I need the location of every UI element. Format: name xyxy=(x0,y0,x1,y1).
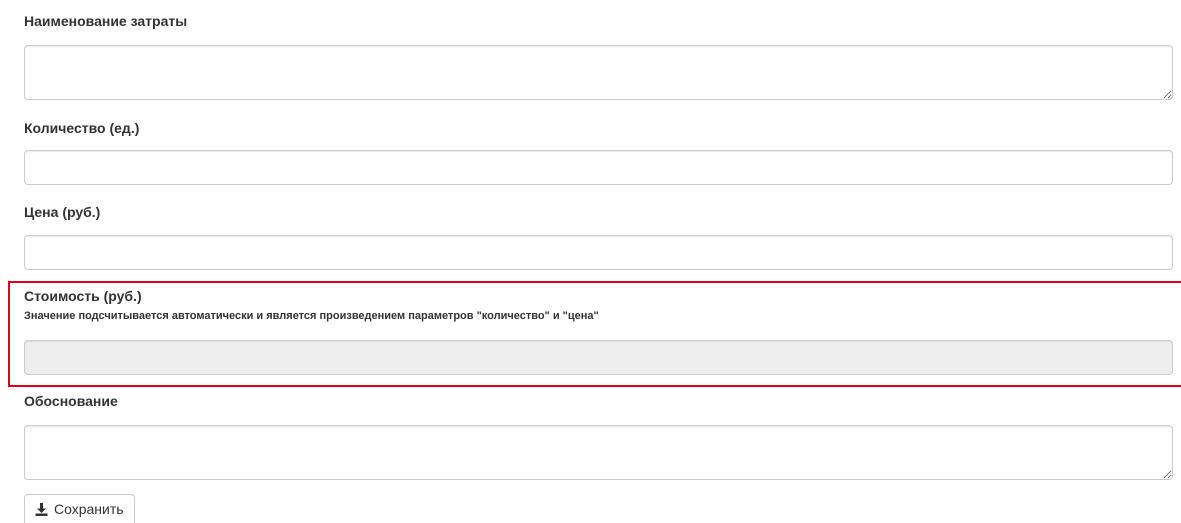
cost-item-form: Наименование затраты Количество (ед.) Це… xyxy=(0,0,1181,523)
save-button[interactable]: Сохранить xyxy=(24,494,135,523)
price-input[interactable] xyxy=(24,235,1173,270)
name-textarea[interactable] xyxy=(24,45,1173,100)
cost-label: Стоимость (руб.) xyxy=(24,288,142,304)
justification-label: Обоснование xyxy=(24,393,118,409)
save-button-label: Сохранить xyxy=(54,501,124,517)
justification-textarea[interactable] xyxy=(24,425,1173,480)
cost-hint: Значение подсчитывается автоматически и … xyxy=(24,310,599,322)
price-label: Цена (руб.) xyxy=(24,204,101,220)
quantity-label: Количество (ед.) xyxy=(24,120,140,136)
quantity-input[interactable] xyxy=(24,150,1173,185)
cost-input xyxy=(24,340,1173,375)
name-label: Наименование затраты xyxy=(24,13,188,29)
download-icon xyxy=(35,502,48,516)
